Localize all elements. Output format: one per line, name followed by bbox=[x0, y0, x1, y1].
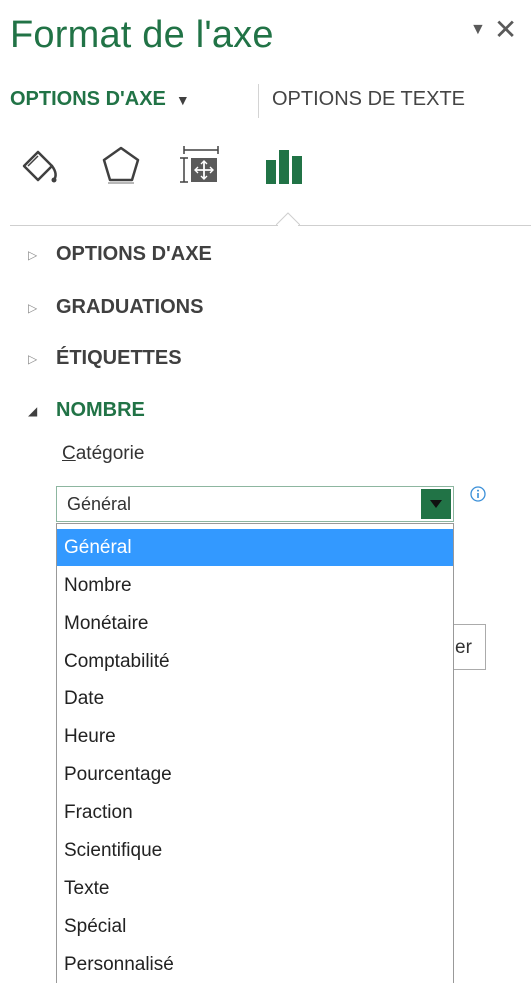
icons-divider bbox=[10, 225, 278, 226]
chevron-down-icon[interactable]: ▼ bbox=[470, 21, 486, 39]
dropdown-button[interactable] bbox=[421, 489, 451, 519]
section-labels[interactable]: ▷ ÉTIQUETTES bbox=[28, 347, 182, 370]
list-item[interactable]: Texte bbox=[57, 870, 453, 907]
collapse-triangle-icon: ◢ bbox=[28, 403, 38, 418]
tab-axis-options[interactable]: OPTIONS D'AXE ▼ bbox=[10, 88, 190, 111]
list-item[interactable]: Heure bbox=[57, 718, 453, 755]
panel-title: Format de l'axe bbox=[10, 14, 274, 56]
expand-triangle-icon: ▷ bbox=[28, 247, 38, 262]
chevron-down-icon[interactable]: ▼ bbox=[176, 92, 190, 108]
section-label: OPTIONS D'AXE bbox=[56, 243, 212, 265]
info-icon[interactable] bbox=[470, 486, 486, 502]
list-item[interactable]: Nombre bbox=[57, 567, 453, 604]
active-tab-pointer bbox=[276, 212, 300, 226]
window-controls: ▼ ✕ bbox=[470, 16, 517, 44]
chevron-down-icon bbox=[430, 500, 442, 508]
section-number[interactable]: ◢ NOMBRE bbox=[28, 399, 145, 422]
section-axis-options[interactable]: ▷ OPTIONS D'AXE bbox=[28, 243, 212, 266]
category-select-value: Général bbox=[67, 494, 132, 514]
category-label-access-key: C bbox=[62, 443, 76, 464]
tab-text-options[interactable]: OPTIONS DE TEXTE bbox=[272, 88, 465, 111]
section-label: ÉTIQUETTES bbox=[56, 347, 182, 369]
size-properties-icon[interactable] bbox=[178, 142, 224, 188]
category-label-text: atégorie bbox=[75, 443, 145, 464]
fill-line-icon[interactable] bbox=[16, 142, 62, 188]
expand-triangle-icon: ▷ bbox=[28, 351, 38, 366]
category-select[interactable]: Général bbox=[56, 486, 454, 522]
list-item[interactable]: Fraction bbox=[57, 794, 453, 831]
axis-options-icon[interactable] bbox=[262, 142, 308, 188]
list-item[interactable]: Général bbox=[57, 529, 453, 566]
list-item[interactable]: Date bbox=[57, 680, 453, 717]
close-icon[interactable]: ✕ bbox=[494, 16, 517, 44]
tab-divider bbox=[258, 84, 259, 118]
list-item[interactable]: Monétaire bbox=[57, 605, 453, 642]
tab-axis-options-label: OPTIONS D'AXE bbox=[10, 88, 166, 110]
section-graduations[interactable]: ▷ GRADUATIONS bbox=[28, 296, 203, 319]
list-item[interactable]: Pourcentage bbox=[57, 756, 453, 793]
add-button-partial-label: er bbox=[455, 637, 472, 658]
section-label: GRADUATIONS bbox=[56, 296, 204, 318]
category-label: Catégorie bbox=[62, 443, 144, 465]
icons-divider bbox=[298, 225, 531, 226]
list-item[interactable]: Comptabilité bbox=[57, 643, 453, 680]
category-dropdown-list: Général Nombre Monétaire Comptabilité Da… bbox=[56, 523, 454, 983]
list-item[interactable]: Personnalisé bbox=[57, 946, 453, 983]
list-item[interactable]: Spécial bbox=[57, 908, 453, 945]
effects-icon[interactable] bbox=[98, 142, 144, 188]
expand-triangle-icon: ▷ bbox=[28, 300, 38, 315]
list-item[interactable]: Scientifique bbox=[57, 832, 453, 869]
section-label: NOMBRE bbox=[56, 399, 145, 421]
